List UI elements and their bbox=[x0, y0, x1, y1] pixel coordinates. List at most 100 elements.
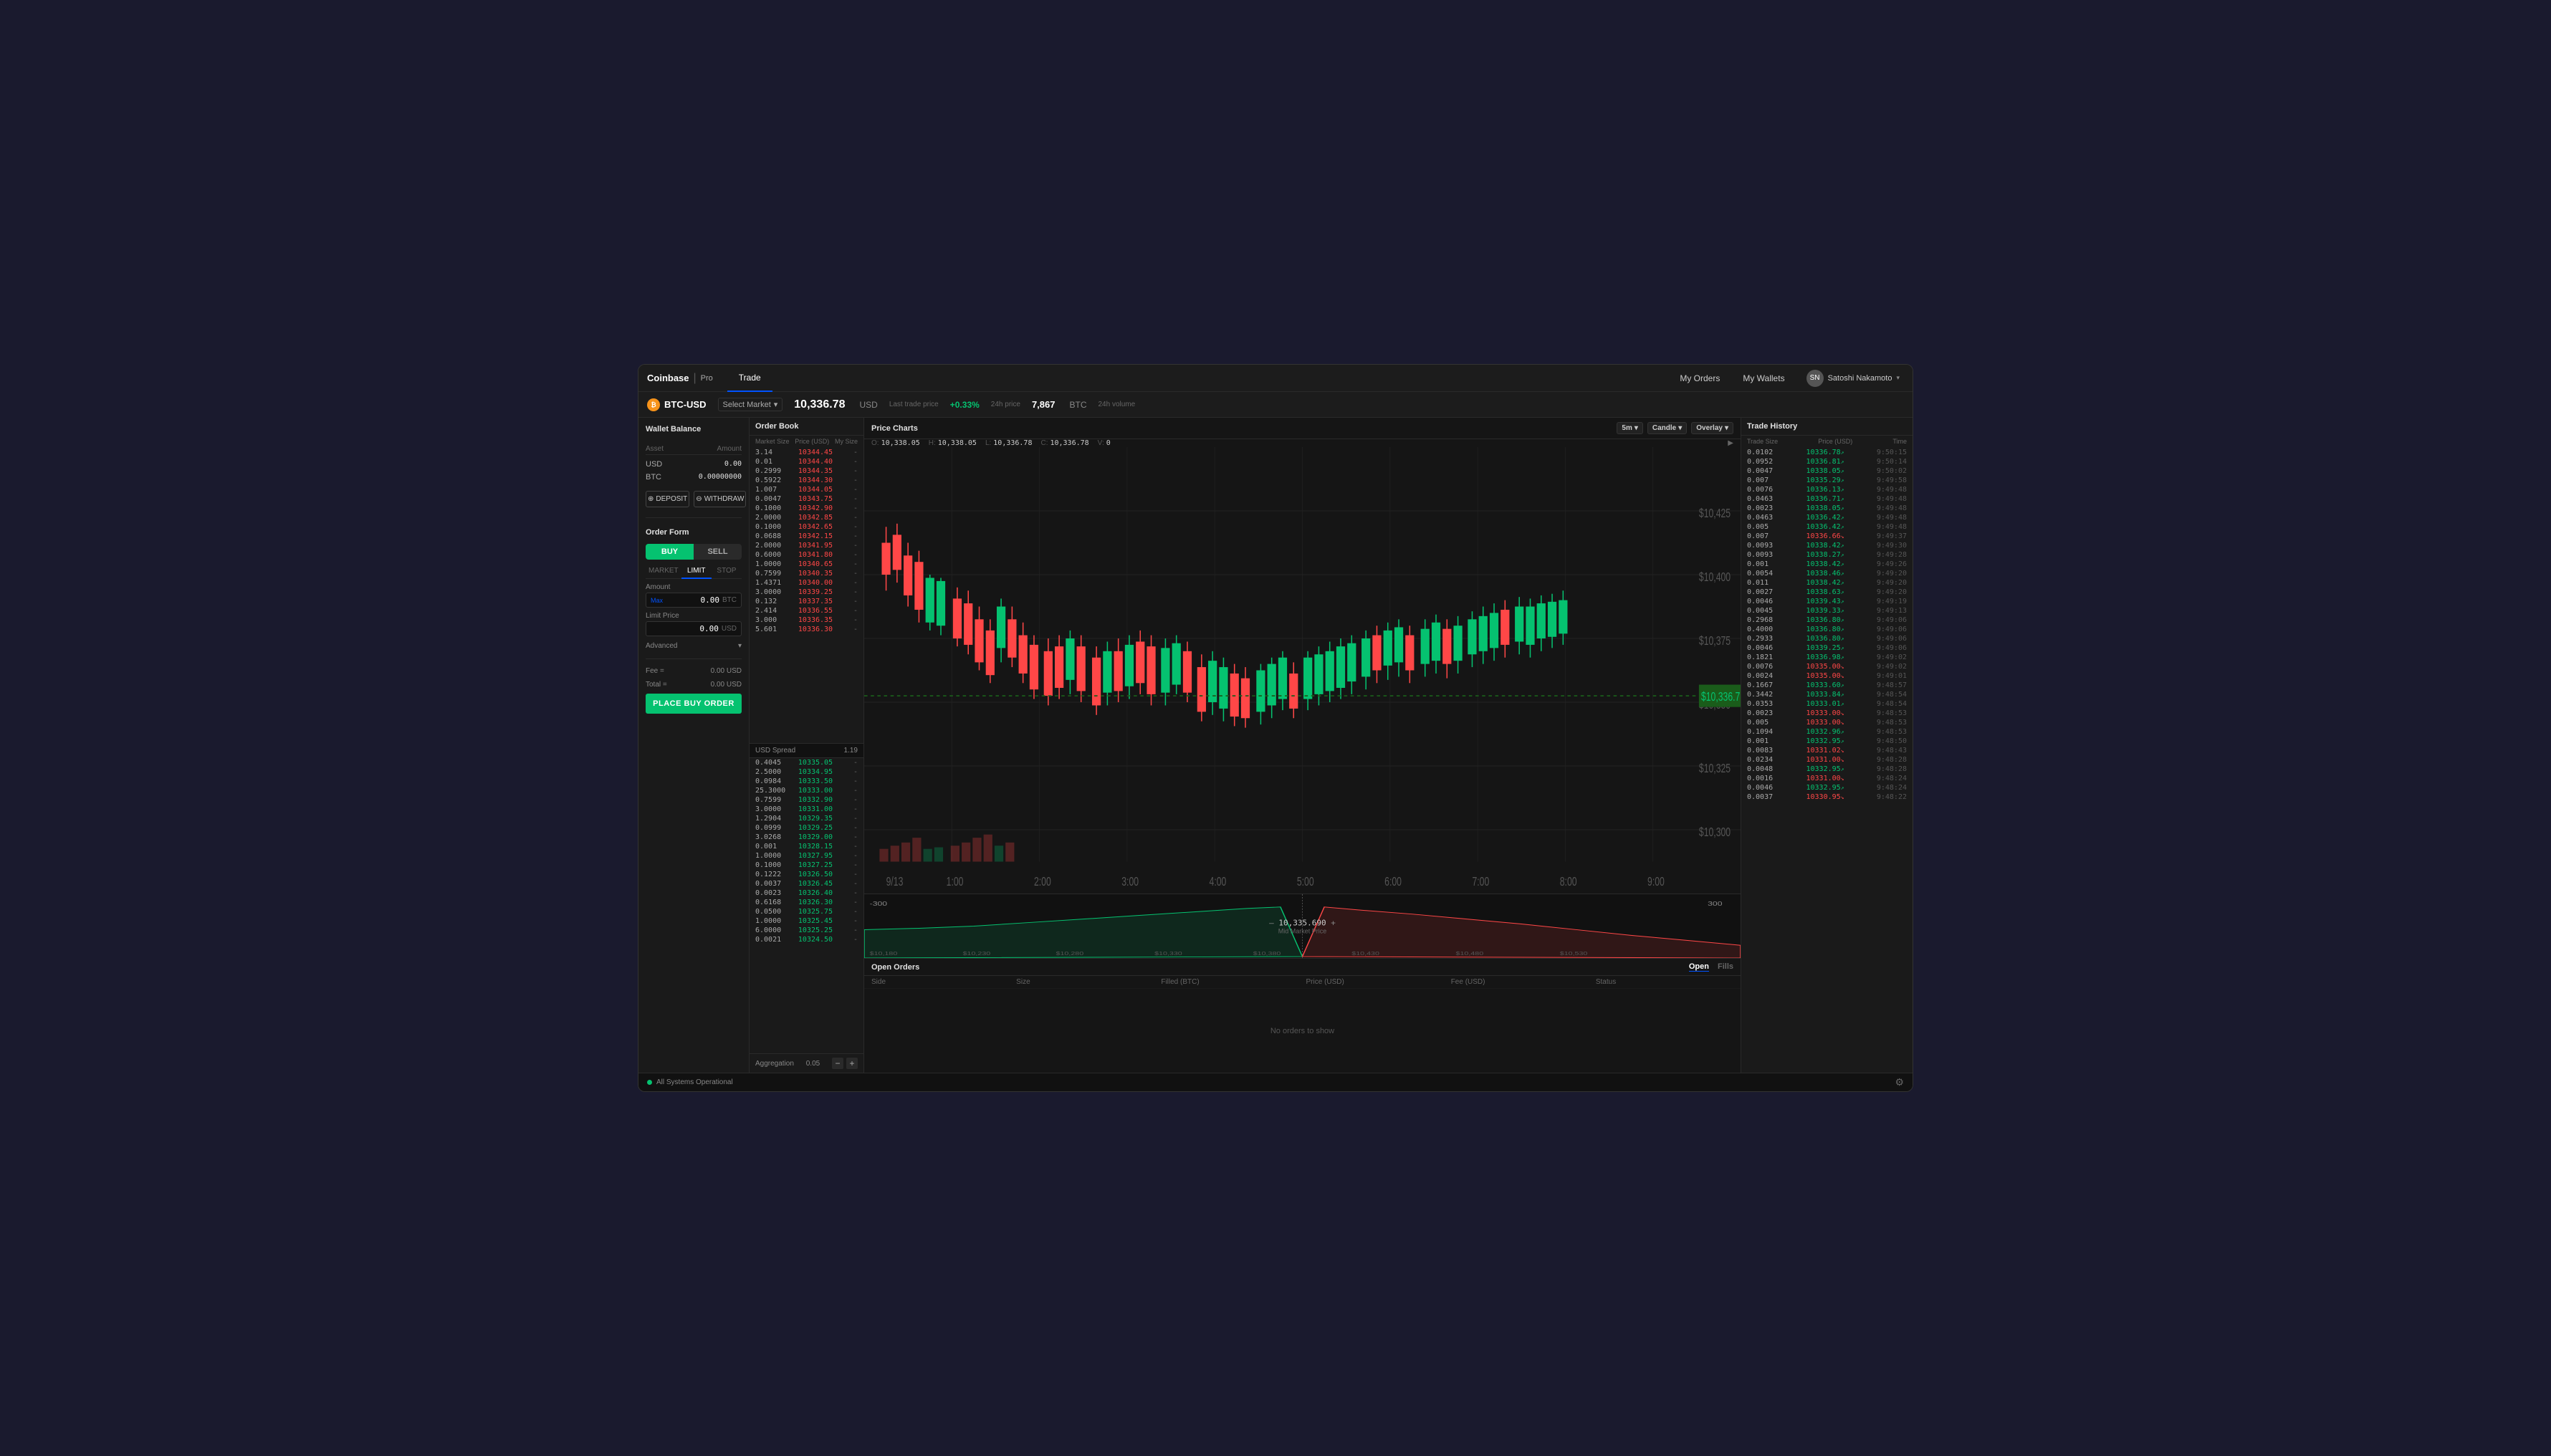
open-orders-panel: Open Orders Open Fills Side Size Filled … bbox=[864, 958, 1741, 1073]
order-book-bid-row: 0.099910329.25- bbox=[750, 823, 863, 833]
svg-text:$10,425: $10,425 bbox=[1699, 507, 1731, 521]
my-orders-button[interactable]: My Orders bbox=[1674, 370, 1726, 386]
order-book-bid-row: 2.500010334.95- bbox=[750, 767, 863, 777]
svg-text:$10,530: $10,530 bbox=[1560, 951, 1588, 957]
tab-fills[interactable]: Fills bbox=[1718, 962, 1733, 972]
order-book-ask-row: 0.299910344.35- bbox=[750, 466, 863, 476]
col-size: Size bbox=[1016, 978, 1154, 986]
user-badge[interactable]: SN Satoshi Nakamoto ▾ bbox=[1802, 368, 1904, 388]
svg-text:6:00: 6:00 bbox=[1384, 875, 1402, 889]
open-orders-empty: No orders to show bbox=[864, 989, 1741, 1073]
trade-history-row: 0.296810336.80↗9:49:06 bbox=[1741, 616, 1913, 625]
order-book-ask-row: 0.592210344.30- bbox=[750, 476, 863, 485]
overlay-select[interactable]: Overlay ▾ bbox=[1691, 422, 1733, 434]
my-wallets-button[interactable]: My Wallets bbox=[1737, 370, 1790, 386]
svg-text:1:00: 1:00 bbox=[947, 875, 964, 889]
amount-currency: BTC bbox=[722, 596, 737, 604]
amount-input-row[interactable]: Max 0.00 BTC bbox=[646, 593, 742, 608]
fee-value: 0.00 USD bbox=[711, 667, 742, 675]
select-market-button[interactable]: Select Market ▾ bbox=[718, 398, 783, 411]
svg-text:$10,300: $10,300 bbox=[1699, 825, 1731, 840]
tab-open[interactable]: Open bbox=[1689, 962, 1709, 972]
wallet-balance-title: Wallet Balance bbox=[646, 425, 742, 434]
svg-text:-300: -300 bbox=[870, 901, 888, 907]
svg-text:$10,180: $10,180 bbox=[870, 951, 898, 957]
open-orders-column-headers: Side Size Filled (BTC) Price (USD) Fee (… bbox=[864, 976, 1741, 989]
svg-text:$10,375: $10,375 bbox=[1699, 634, 1731, 648]
trade-history-row: 0.001610331.00↘9:48:24 bbox=[1741, 774, 1913, 783]
sell-tab[interactable]: SELL bbox=[694, 544, 742, 560]
order-book-ask-row: 0.100010342.90- bbox=[750, 504, 863, 513]
plus-circle-icon: ⊕ bbox=[648, 495, 654, 503]
col-filled: Filled (BTC) bbox=[1161, 978, 1298, 986]
volume-label: 24h volume bbox=[1098, 401, 1135, 408]
order-book-bid-row: 1.290410329.35- bbox=[750, 814, 863, 823]
trade-history-row: 0.002710338.63↗9:49:20 bbox=[1741, 588, 1913, 597]
trade-history-headers: Trade Size Price (USD) Time bbox=[1741, 436, 1913, 448]
order-book-bid-row: 3.000010331.00- bbox=[750, 805, 863, 814]
col-price: Price (USD) bbox=[1306, 978, 1444, 986]
limit-value: 0.00 bbox=[651, 624, 719, 633]
avatar: SN bbox=[1806, 370, 1824, 387]
limit-currency: USD bbox=[722, 625, 737, 633]
timeframe-select[interactable]: 5m ▾ bbox=[1617, 422, 1642, 434]
main-content: Wallet Balance Asset Amount USD 0.00 BTC… bbox=[638, 418, 1913, 1073]
limit-input-row[interactable]: 0.00 USD bbox=[646, 621, 742, 636]
order-book-ask-row: 0.004710343.75- bbox=[750, 494, 863, 504]
advanced-toggle[interactable]: Advanced ▾ bbox=[646, 641, 742, 651]
col-fee: Fee (USD) bbox=[1451, 978, 1589, 986]
order-book-ask-row: 0.100010342.65- bbox=[750, 522, 863, 532]
trade-history-row: 0.002410335.00↘9:49:01 bbox=[1741, 671, 1913, 681]
left-panel: Wallet Balance Asset Amount USD 0.00 BTC… bbox=[638, 418, 750, 1073]
svg-text:9/13: 9/13 bbox=[886, 875, 904, 889]
stop-tab[interactable]: STOP bbox=[712, 564, 742, 579]
candle-select[interactable]: Candle ▾ bbox=[1647, 422, 1687, 434]
nav-right: My Orders My Wallets SN Satoshi Nakamoto… bbox=[1674, 368, 1904, 388]
trade-history-row: 0.00710336.66↘9:49:37 bbox=[1741, 532, 1913, 541]
trade-history-row: 0.344210333.84↗9:48:54 bbox=[1741, 690, 1913, 699]
limit-price-label: Limit Price bbox=[646, 612, 742, 620]
order-book-ask-row: 2.000010341.95- bbox=[750, 541, 863, 550]
max-label[interactable]: Max bbox=[651, 597, 663, 604]
chart-forward-icon[interactable]: ▶ bbox=[1728, 439, 1733, 447]
trade-history-row: 0.00510336.42↗9:49:48 bbox=[1741, 522, 1913, 532]
order-book-asks: 3.1410344.45-0.0110344.40-0.299910344.35… bbox=[750, 448, 863, 743]
order-book-ask-row: 0.13210337.35- bbox=[750, 597, 863, 606]
chevron-down-icon: ▾ bbox=[1725, 424, 1728, 432]
svg-text:$10,280: $10,280 bbox=[1056, 951, 1084, 957]
chevron-down-icon: ▾ bbox=[738, 642, 742, 650]
candlestick-chart[interactable]: 9/13 1:00 2:00 3:00 4:00 5:00 6:00 7:00 … bbox=[864, 447, 1741, 894]
order-book-ask-row: 0.759910340.35- bbox=[750, 569, 863, 578]
trade-history-row: 0.007610336.13↗9:49:48 bbox=[1741, 485, 1913, 494]
chevron-down-icon: ▾ bbox=[1896, 374, 1900, 382]
svg-text:2:00: 2:00 bbox=[1034, 875, 1051, 889]
wallet-actions: ⊕ DEPOSIT ⊖ WITHDRAW bbox=[646, 491, 742, 507]
settings-icon[interactable]: ⚙ bbox=[1895, 1076, 1904, 1088]
tab-trade[interactable]: Trade bbox=[727, 365, 772, 392]
place-buy-order-button[interactable]: PLACE BUY ORDER bbox=[646, 694, 742, 714]
total-value: 0.00 USD bbox=[711, 681, 742, 689]
limit-tab[interactable]: LIMIT bbox=[681, 564, 712, 579]
market-tab[interactable]: MARKET bbox=[646, 564, 681, 579]
buy-tab[interactable]: BUY bbox=[646, 544, 694, 560]
deposit-button[interactable]: ⊕ DEPOSIT bbox=[646, 491, 689, 507]
trade-history-row: 0.003710330.95↘9:48:22 bbox=[1741, 792, 1913, 802]
ohlcv-open: O: 10,338.05 bbox=[871, 439, 920, 447]
order-book-panel: Order Book Market Size Price (USD) My Si… bbox=[750, 418, 864, 1073]
market-bar: ₿ BTC-USD Select Market ▾ 10,336.78 USD … bbox=[638, 392, 1913, 418]
last-trade-price: 10,336.78 bbox=[794, 398, 845, 411]
increase-aggregation-button[interactable]: + bbox=[846, 1058, 858, 1069]
trade-history-row: 0.004710338.05↗9:50:02 bbox=[1741, 466, 1913, 476]
decrease-aggregation-button[interactable]: − bbox=[832, 1058, 843, 1069]
order-book-bid-row: 1.000010325.45- bbox=[750, 916, 863, 926]
order-book-bid-row: 25.300010333.00- bbox=[750, 786, 863, 795]
order-book-ask-row: 3.1410344.45- bbox=[750, 448, 863, 457]
trade-history-row: 0.002310333.00↘9:48:53 bbox=[1741, 709, 1913, 718]
ohlcv-bar: O: 10,338.05 H: 10,338.05 L: 10,336.78 C… bbox=[864, 439, 1741, 447]
order-book-ask-row: 3.00010336.35- bbox=[750, 616, 863, 625]
svg-text:3:00: 3:00 bbox=[1121, 875, 1139, 889]
logo: Coinbase | Pro bbox=[647, 372, 713, 385]
market-pair: ₿ BTC-USD bbox=[647, 398, 707, 411]
price-label: Last trade price bbox=[889, 401, 939, 408]
withdraw-button[interactable]: ⊖ WITHDRAW bbox=[694, 491, 746, 507]
